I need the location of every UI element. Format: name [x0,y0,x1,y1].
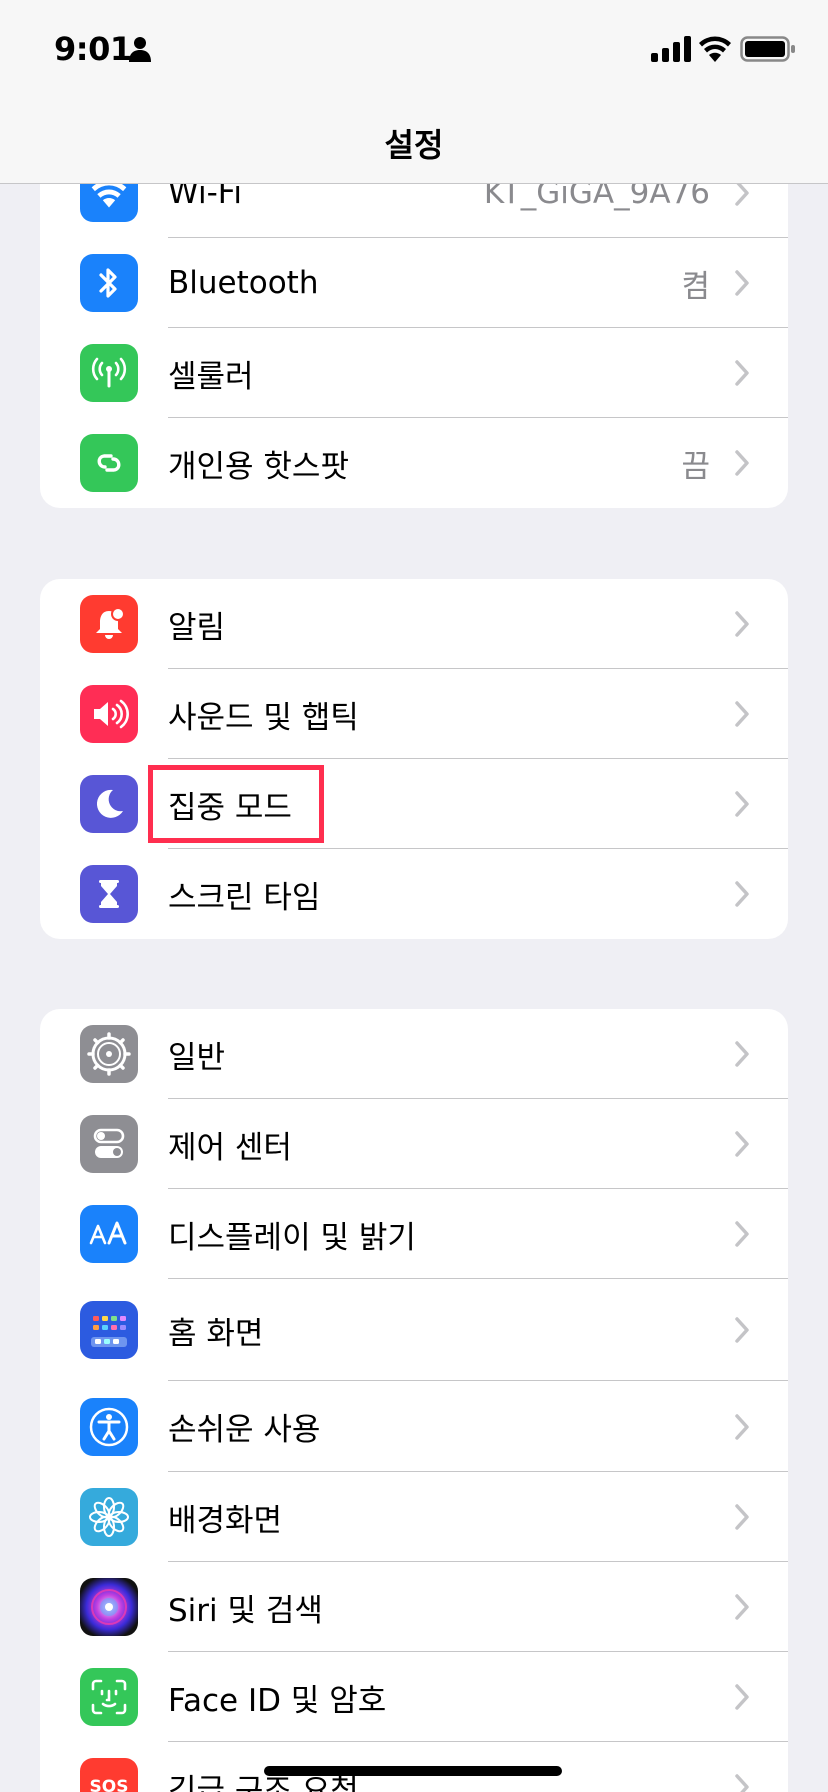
bluetooth-label: Bluetooth [168,265,319,301]
chevron-right-icon [735,360,749,386]
settings-row-siri-search[interactable]: Siri 및 검색 [40,1562,788,1652]
person-icon [129,37,151,62]
battery-icon [740,36,795,62]
home-grid-icon [80,1301,138,1359]
personal-hotspot-label: 개인용 핫스팟 [168,448,349,485]
chevron-right-icon [735,1221,749,1247]
settings-row-faceid-passcode[interactable]: Face ID 및 암호 [40,1652,788,1742]
settings-row-screen-time[interactable]: 스크린 타임 [40,849,788,939]
moon-icon [80,775,138,833]
chevron-right-icon [735,1504,749,1530]
highlight-annotation-box [148,765,324,843]
personal-hotspot-status-value: 끔 [681,448,710,485]
settings-row-personal-hotspot[interactable]: 개인용 핫스팟 끔 [40,418,788,508]
settings-row-bluetooth[interactable]: Bluetooth 켬 [40,238,788,328]
siri-icon [80,1578,138,1636]
chevron-right-icon [735,1041,749,1067]
antenna-icon [80,344,138,402]
settings-row-home-screen[interactable]: 홈 화면 [40,1279,788,1381]
settings-row-sounds-haptics[interactable]: 사운드 및 햅틱 [40,669,788,759]
text-size-icon [80,1205,138,1263]
display-brightness-label: 디스플레이 및 밝기 [168,1219,416,1256]
settings-row-focus[interactable]: 집중 모드 [40,759,788,849]
toggles-icon [80,1115,138,1173]
faceid-passcode-label: Face ID 및 암호 [168,1682,387,1719]
hotspot-icon [80,434,138,492]
bluetooth-status-value: 켬 [681,268,710,305]
settings-row-general[interactable]: 일반 [40,1009,788,1099]
gear-icon [80,1025,138,1083]
sos-icon: SOS [80,1758,138,1792]
chevron-right-icon [735,1317,749,1343]
chevron-right-icon [735,611,749,637]
status-time: 9:01 [54,30,132,68]
chevron-right-icon [735,1413,749,1440]
chevron-right-icon [735,1594,749,1620]
chevron-right-icon [735,450,749,476]
chevron-right-icon [735,1684,749,1710]
settings-group-notifications: 알림 사운드 및 햅틱 집중 모드 스크린 타임 [40,579,788,939]
page-title: 설정 [384,126,444,164]
bluetooth-icon [80,254,138,312]
settings-row-cellular[interactable]: 셀룰러 [40,328,788,418]
navigation-bar: 설정 [0,100,828,184]
chevron-right-icon [735,1131,749,1157]
settings-row-notifications[interactable]: 알림 [40,579,788,669]
home-indicator[interactable] [264,1766,562,1776]
bell-icon [80,595,138,653]
notifications-label: 알림 [168,609,226,646]
home-screen-label: 홈 화면 [168,1315,264,1352]
settings-group-connectivity: Wi-Fi KT_GiGA_9A76 Bluetooth 켬 셀룰러 개인용 핫… [40,148,788,508]
status-bar: 9:01 [0,0,828,100]
accessibility-label: 손쉬운 사용 [168,1412,321,1448]
flower-icon [80,1488,138,1546]
settings-row-accessibility[interactable]: 손쉬운 사용 [40,1381,788,1472]
faceid-icon [80,1668,138,1726]
chevron-right-icon [735,270,749,296]
chevron-right-icon [735,1774,749,1792]
control-center-label: 제어 센터 [168,1129,292,1166]
general-label: 일반 [168,1039,226,1076]
settings-group-general: 일반 제어 센터 디스플레이 및 밝기 홈 화면 손쉬운 사용 배경화면 Sir… [40,1009,788,1792]
screen-time-label: 스크린 타임 [168,879,321,916]
hourglass-icon [80,865,138,923]
settings-row-control-center[interactable]: 제어 센터 [40,1099,788,1189]
sounds-haptics-label: 사운드 및 햅틱 [168,699,359,736]
siri-search-label: Siri 및 검색 [168,1592,323,1629]
chevron-right-icon [735,791,749,817]
wallpaper-label: 배경화면 [168,1502,283,1539]
speaker-icon [80,685,138,743]
chevron-right-icon [735,701,749,727]
cellular-signal-icon [651,36,691,62]
accessibility-icon [80,1397,138,1456]
chevron-right-icon [735,881,749,907]
wifi-status-icon [699,36,731,62]
settings-row-wallpaper[interactable]: 배경화면 [40,1472,788,1562]
cellular-label: 셀룰러 [168,358,254,395]
settings-row-display-brightness[interactable]: 디스플레이 및 밝기 [40,1189,788,1279]
